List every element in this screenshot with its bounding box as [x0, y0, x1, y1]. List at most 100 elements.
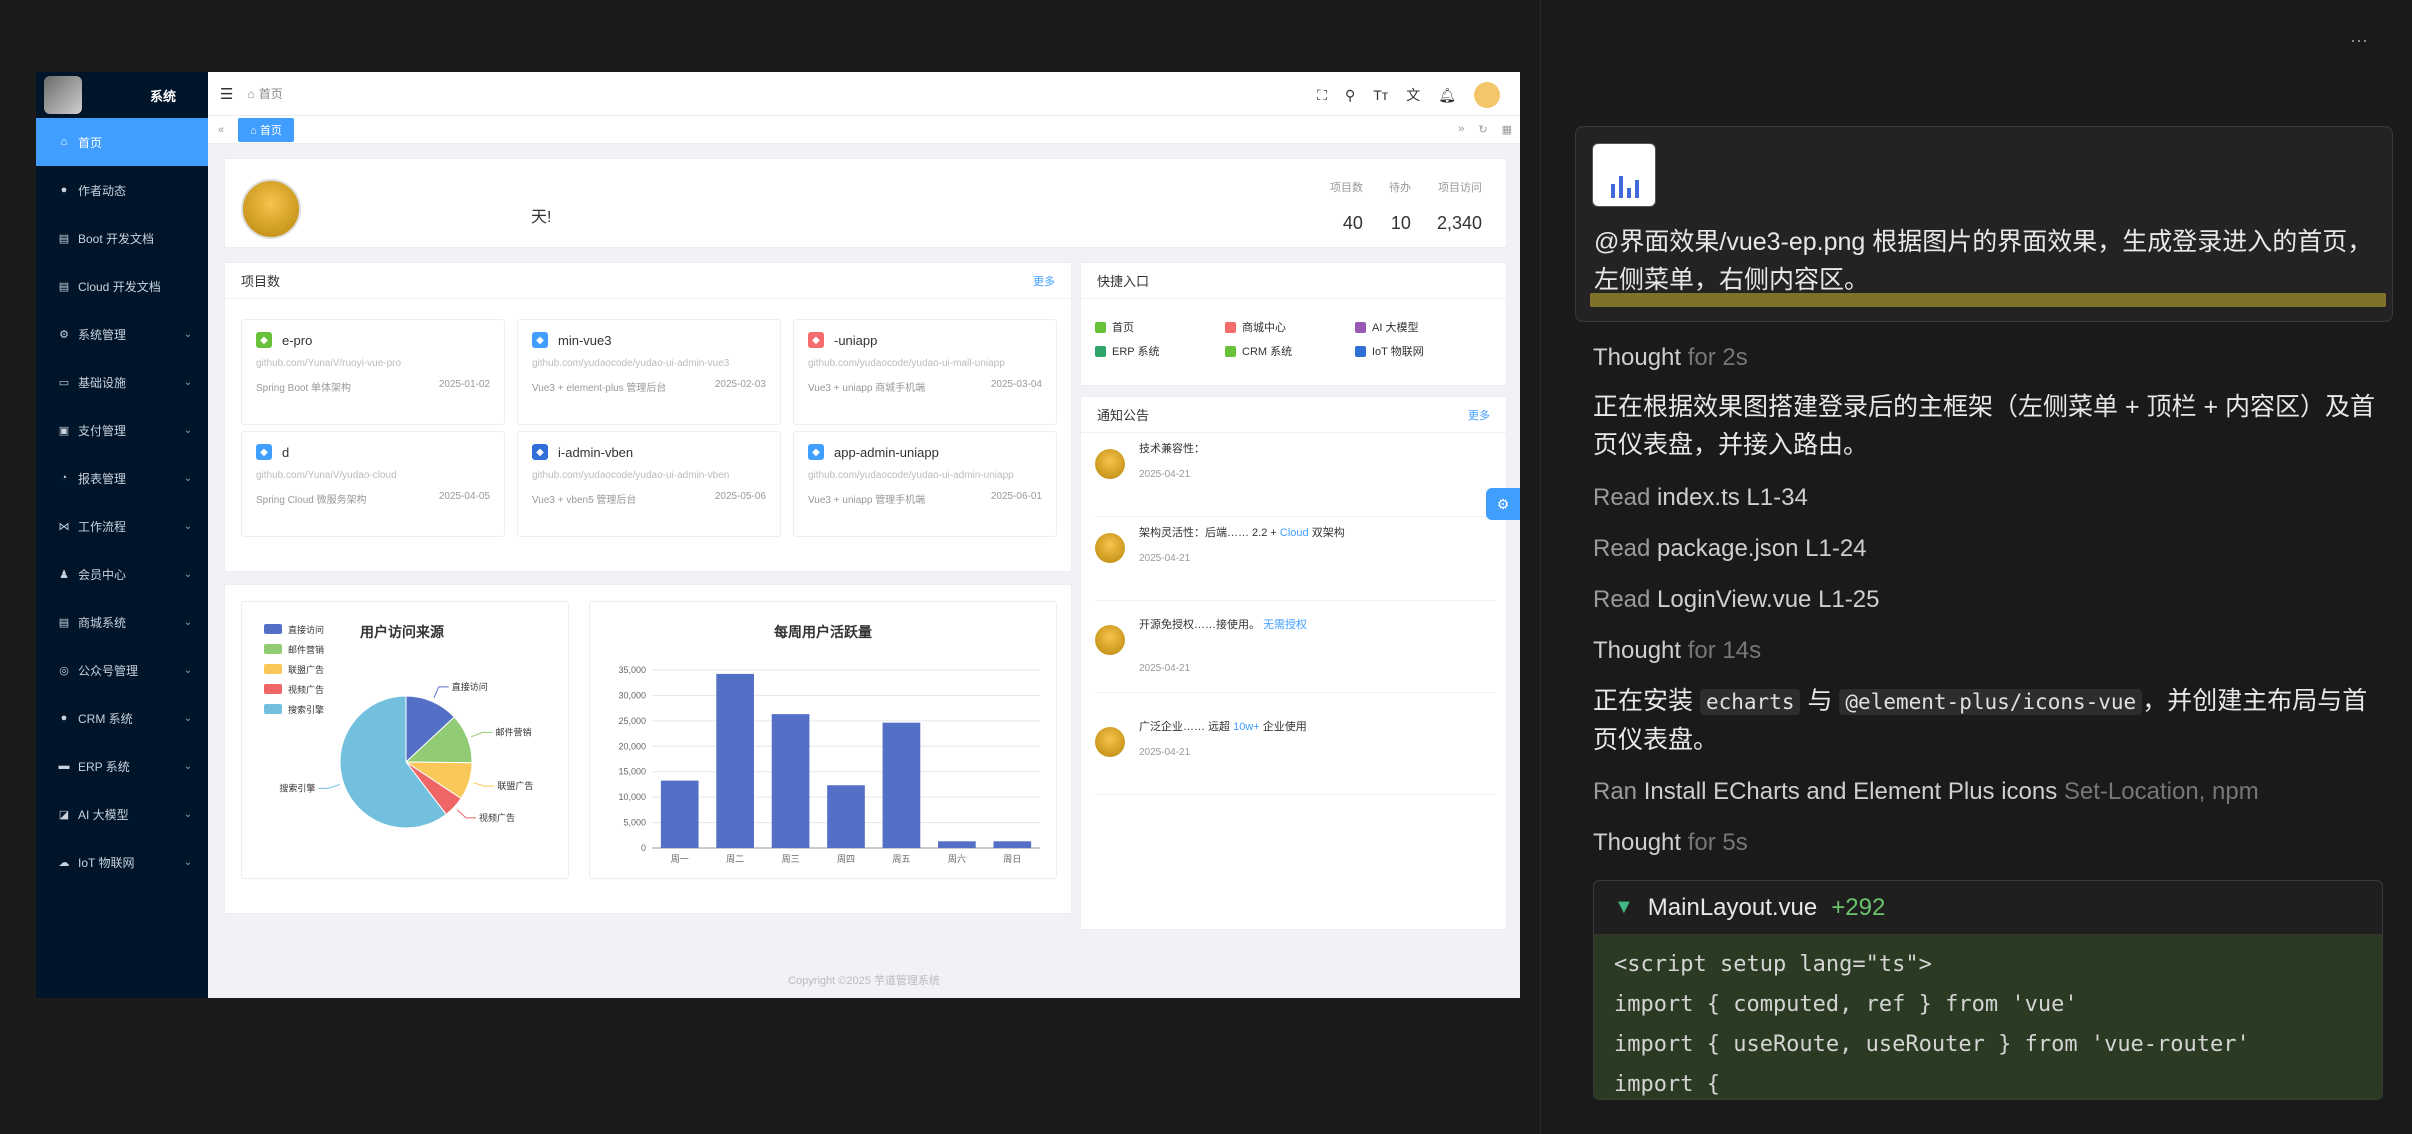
sidebar-item[interactable]: ◔ 报表管理 ⌄: [36, 454, 208, 502]
tabs-right-icon[interactable]: »: [1458, 123, 1464, 136]
sidebar-item-label: 会员中心: [78, 567, 127, 582]
notice-body: 技术兼容性：: [1139, 443, 1205, 455]
sidebar-item[interactable]: ▤ Boot 开发文档: [36, 214, 208, 262]
project-card[interactable]: ◆ e-pro github.com/YunaiV/ruoyi-vue-pro Spr…: [241, 319, 505, 425]
user-avatar[interactable]: [1474, 82, 1500, 108]
chat-menu-icon[interactable]: ···: [2350, 30, 2368, 51]
settings-float-button[interactable]: ⚙: [1486, 488, 1520, 520]
code-line: import { useRoute, useRouter } from 'vue…: [1614, 1032, 2250, 1057]
project-card[interactable]: ◆ app-admin-uniapp github.com/yudaocode/yu…: [793, 431, 1057, 537]
sidebar-item[interactable]: ◎ 公众号管理 ⌄: [36, 646, 208, 694]
search-icon[interactable]: ⚲: [1345, 87, 1355, 104]
code-diff-block[interactable]: ▼ MainLayout.vue +292 <script setup lang…: [1593, 880, 2383, 1100]
inline-code: echarts: [1699, 689, 1801, 715]
notice-body: 广泛企业…… 远超: [1139, 721, 1234, 733]
project-date: 2025-05-06: [714, 491, 766, 502]
notice-date: 2025-04-21: [1139, 469, 1191, 480]
notice-item[interactable]: 技术兼容性： 2025-04-21: [1095, 441, 1495, 517]
iot-icon: ☁: [58, 856, 70, 869]
project-card[interactable]: ◆ min-vue3 github.com/yudaocode/yudao-ui-a…: [517, 319, 781, 425]
quick-title: 快捷入口: [1097, 274, 1150, 289]
code-line: <script setup lang="ts">: [1614, 952, 1932, 977]
project-meta: Spring Boot 单体架构 2025-01-02: [256, 379, 490, 394]
sidebar-item[interactable]: ◪ AI 大模型 ⌄: [36, 790, 208, 838]
legend-label: 直接访问: [288, 624, 324, 635]
project-url: github.com/yudaocode/yudao-ui-admin-vben: [532, 470, 730, 481]
project-card[interactable]: ◆ d github.com/YunaiV/yudao-cloud Spring Cl…: [241, 431, 505, 537]
legend-label: 搜索引擎: [288, 704, 324, 715]
chevron-down-icon: ⌄: [183, 856, 192, 868]
sidebar-item[interactable]: ● CRM 系统 ⌄: [36, 694, 208, 742]
sidebar-item[interactable]: ▤ Cloud 开发文档: [36, 262, 208, 310]
pie-label-line: [471, 731, 493, 738]
code-line: import { computed, ref } from 'vue': [1614, 992, 2078, 1017]
stat-item: 待办 10: [1389, 179, 1411, 234]
project-date: 2025-06-01: [990, 491, 1042, 502]
read-step[interactable]: Read index.ts L1-34: [1593, 484, 1808, 512]
project-desc: Spring Boot 单体架构: [256, 383, 352, 394]
sidebar-item[interactable]: ● 作者动态: [36, 166, 208, 214]
pie-label-line: [472, 782, 495, 787]
notice-link[interactable]: 无需授权: [1263, 619, 1307, 631]
tabs-left-icon[interactable]: «: [218, 124, 224, 136]
tags-view: « ⌂ 首页 » ↻ ▦: [208, 116, 1520, 144]
sidebar-item[interactable]: ⌂ 首页: [36, 118, 208, 166]
project-card[interactable]: ◆ -uniapp github.com/yudaocode/yudao-ui-ma…: [793, 319, 1057, 425]
sidebar-item-label: Cloud 开发文档: [78, 279, 161, 294]
projects-more-link[interactable]: 更多: [1033, 273, 1055, 289]
project-date: 2025-01-02: [438, 379, 490, 390]
notice-item[interactable]: 开源免授权……接使用。 无需授权 2025-04-21: [1095, 617, 1495, 693]
sidebar-item[interactable]: ▬ ERP 系统 ⌄: [36, 742, 208, 790]
sidebar-item-label: AI 大模型: [78, 807, 129, 822]
y-tick-label: 25,000: [618, 716, 646, 726]
quick-entry-label: AI 大模型: [1372, 322, 1419, 334]
top-tools: ⛶ ⚲ Tт 文 🔔︎: [1317, 82, 1500, 108]
tabs-tools: » ↻ ▦: [1458, 123, 1512, 136]
sidebar-item[interactable]: ▣ 支付管理 ⌄: [36, 406, 208, 454]
fullscreen-icon[interactable]: ⛶: [1317, 87, 1327, 104]
project-card[interactable]: ◆ i-admin-vben github.com/yudaocode/yudao-…: [517, 431, 781, 537]
bell-icon[interactable]: 🔔︎: [1438, 87, 1456, 104]
sidebar-item[interactable]: ⋈ 工作流程 ⌄: [36, 502, 208, 550]
quick-entry[interactable]: ERP 系统: [1095, 343, 1159, 359]
grid-icon[interactable]: ▦: [1502, 123, 1512, 136]
quick-entry-icon: [1095, 321, 1106, 333]
quick-entry[interactable]: 首页: [1095, 319, 1134, 335]
quick-entry[interactable]: CRM 系统: [1225, 343, 1292, 359]
sidebar-item[interactable]: ☁ IoT 物联网 ⌄: [36, 838, 208, 886]
tab-home[interactable]: ⌂ 首页: [238, 117, 294, 142]
thought-time: for 2s: [1687, 344, 1748, 371]
project-meta: Vue3 + vben5 管理后台 2025-05-06: [532, 491, 766, 506]
font-size-icon[interactable]: Tт: [1373, 87, 1388, 103]
quick-entry[interactable]: 商城中心: [1225, 319, 1286, 335]
read-step[interactable]: Read LoginView.vue L1-25: [1593, 586, 1879, 614]
chevron-down-icon: ⌄: [183, 424, 192, 436]
menu-toggle-icon[interactable]: ☰: [220, 85, 233, 103]
breadcrumb[interactable]: ⌂ 首页: [247, 85, 282, 102]
sidebar-logo[interactable]: 系统: [36, 72, 208, 118]
ran-step[interactable]: Ran Install ECharts and Element Plus ico…: [1593, 778, 2259, 806]
notice-link[interactable]: 10w+: [1233, 721, 1260, 733]
thought-3[interactable]: Thought for 5s: [1593, 829, 1748, 857]
refresh-icon[interactable]: ↻: [1478, 123, 1487, 136]
thought-2[interactable]: Thought for 14s: [1593, 637, 1761, 665]
sidebar-item[interactable]: ▤ 商城系统 ⌄: [36, 598, 208, 646]
attachment-thumbnail[interactable]: [1592, 143, 1656, 207]
quick-entry-label: IoT 物联网: [1372, 346, 1424, 358]
sidebar-item[interactable]: ⚙ 系统管理 ⌄: [36, 310, 208, 358]
notice-more-link[interactable]: 更多: [1468, 407, 1490, 423]
chevron-down-icon: ⌄: [183, 712, 192, 724]
chevron-down-icon: ⌄: [183, 616, 192, 628]
notice-item[interactable]: 广泛企业…… 远超 10w+ 企业使用 2025-04-21: [1095, 719, 1495, 795]
notice-item[interactable]: 架构灵活性：后端…… 2.2 + Cloud 双架构 2025-04-21: [1095, 525, 1495, 601]
notice-link[interactable]: Cloud: [1280, 527, 1309, 539]
thought-1[interactable]: Thought for 2s: [1593, 344, 1748, 372]
quick-entry[interactable]: IoT 物联网: [1355, 343, 1424, 359]
projects-title: 项目数: [241, 274, 281, 289]
stat-label: 待办: [1388, 182, 1411, 194]
sidebar-item[interactable]: ♟ 会员中心 ⌄: [36, 550, 208, 598]
sidebar-item[interactable]: ▭ 基础设施 ⌄: [36, 358, 208, 406]
quick-entry[interactable]: AI 大模型: [1355, 319, 1418, 335]
translate-icon[interactable]: 文: [1406, 85, 1420, 105]
read-step[interactable]: Read package.json L1-24: [1593, 535, 1867, 563]
